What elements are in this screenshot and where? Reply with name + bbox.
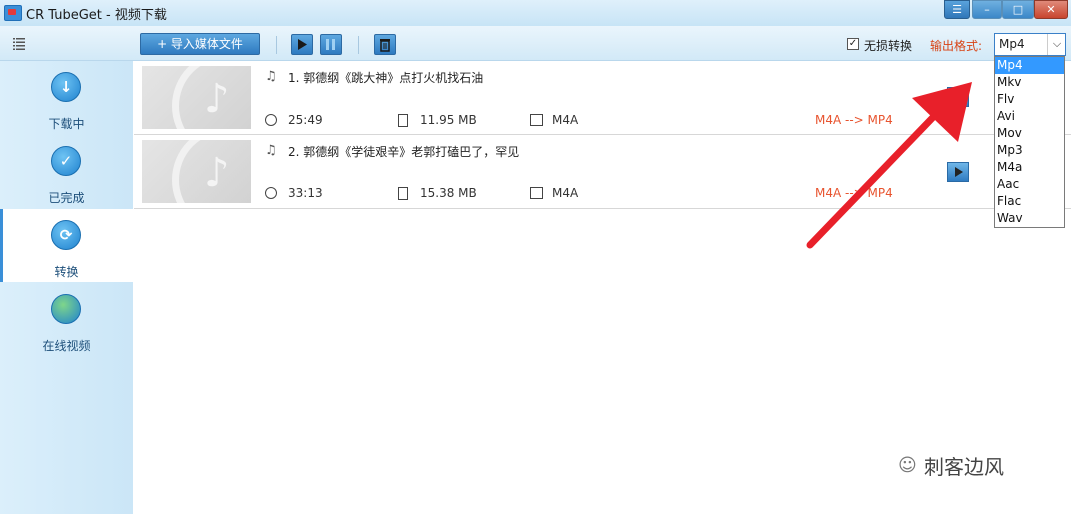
media-thumbnail: ♪ (142, 140, 251, 203)
annotation-arrow-icon (806, 82, 972, 249)
start-convert-button[interactable] (291, 34, 313, 55)
media-size: 15.38 MB (420, 186, 477, 200)
format-option[interactable]: Flac (995, 193, 1064, 210)
convert-icon: ⟳ (51, 220, 81, 250)
format-option[interactable]: Avi (995, 108, 1064, 125)
music-note-icon: ♪ (204, 76, 230, 122)
media-duration: 33:13 (288, 186, 323, 200)
toolbar-divider (276, 36, 277, 54)
app-logo-icon (4, 5, 22, 21)
watermark-text: 刺客边风 (924, 455, 1004, 479)
media-title: 1. 郭德纲《跳大神》点打火机找石油 (288, 71, 484, 85)
download-icon: ↓ (51, 72, 81, 102)
format-dropdown-list: Mp4 Mkv Flv Avi Mov Mp3 M4a Aac Flac Wav (994, 56, 1065, 228)
globe-icon (51, 294, 81, 324)
format-option[interactable]: Wav (995, 210, 1064, 227)
format-option[interactable]: Mp3 (995, 142, 1064, 159)
media-size: 11.95 MB (420, 113, 477, 127)
maximize-button[interactable]: □ (1002, 0, 1034, 19)
media-format: M4A (552, 113, 579, 127)
music-note-icon: ♪ (204, 150, 230, 196)
music-note-icon: ♫ (265, 143, 277, 158)
pause-button[interactable] (320, 34, 342, 55)
sidebar-item-label: 在线视频 (42, 339, 91, 353)
trash-icon (380, 39, 390, 52)
play-icon (298, 39, 307, 50)
wechat-icon: ☺ (898, 455, 917, 476)
output-format-value: Mp4 (999, 37, 1025, 51)
window-title: CR TubeGet - 视频下载 (26, 8, 167, 23)
media-title: 2. 郭德纲《学徒艰辛》老郭打磕巴了，罕见 (288, 145, 520, 159)
lossless-checkbox[interactable]: ✓ (847, 38, 859, 50)
file-size-icon (398, 114, 408, 127)
sidebar-item-label: 下载中 (48, 117, 85, 131)
format-option[interactable]: Aac (995, 176, 1064, 193)
toolbar-divider (358, 36, 359, 54)
pause-icon (326, 39, 335, 50)
check-icon: ✓ (51, 146, 81, 176)
output-format-label: 输出格式: (930, 39, 983, 53)
media-thumbnail: ♪ (142, 66, 251, 129)
sidebar-item-label: 转换 (54, 265, 79, 279)
minimize-button[interactable]: – (972, 0, 1002, 19)
music-note-icon: ♫ (265, 69, 277, 84)
format-option[interactable]: Flv (995, 91, 1064, 108)
media-duration: 25:49 (288, 113, 323, 127)
clock-icon (265, 114, 277, 126)
film-icon (530, 187, 543, 199)
delete-button[interactable] (374, 34, 396, 55)
clock-icon (265, 187, 277, 199)
lossless-label: 无损转换 (864, 39, 913, 53)
chevron-down-icon[interactable]: ⌵ (1047, 34, 1066, 55)
file-size-icon (398, 187, 408, 200)
list-view-icon[interactable] (13, 37, 25, 50)
format-option[interactable]: M4a (995, 159, 1064, 176)
format-option[interactable]: Mov (995, 125, 1064, 142)
close-button[interactable]: ✕ (1034, 0, 1068, 19)
sidebar-item-label: 已完成 (48, 191, 85, 205)
format-option[interactable]: Mp4 (995, 57, 1064, 74)
menu-button[interactable]: ☰ (944, 0, 970, 19)
format-option[interactable]: Mkv (995, 74, 1064, 91)
media-format: M4A (552, 186, 579, 200)
film-icon (530, 114, 543, 126)
import-media-button[interactable]: + 导入媒体文件 (140, 33, 260, 55)
